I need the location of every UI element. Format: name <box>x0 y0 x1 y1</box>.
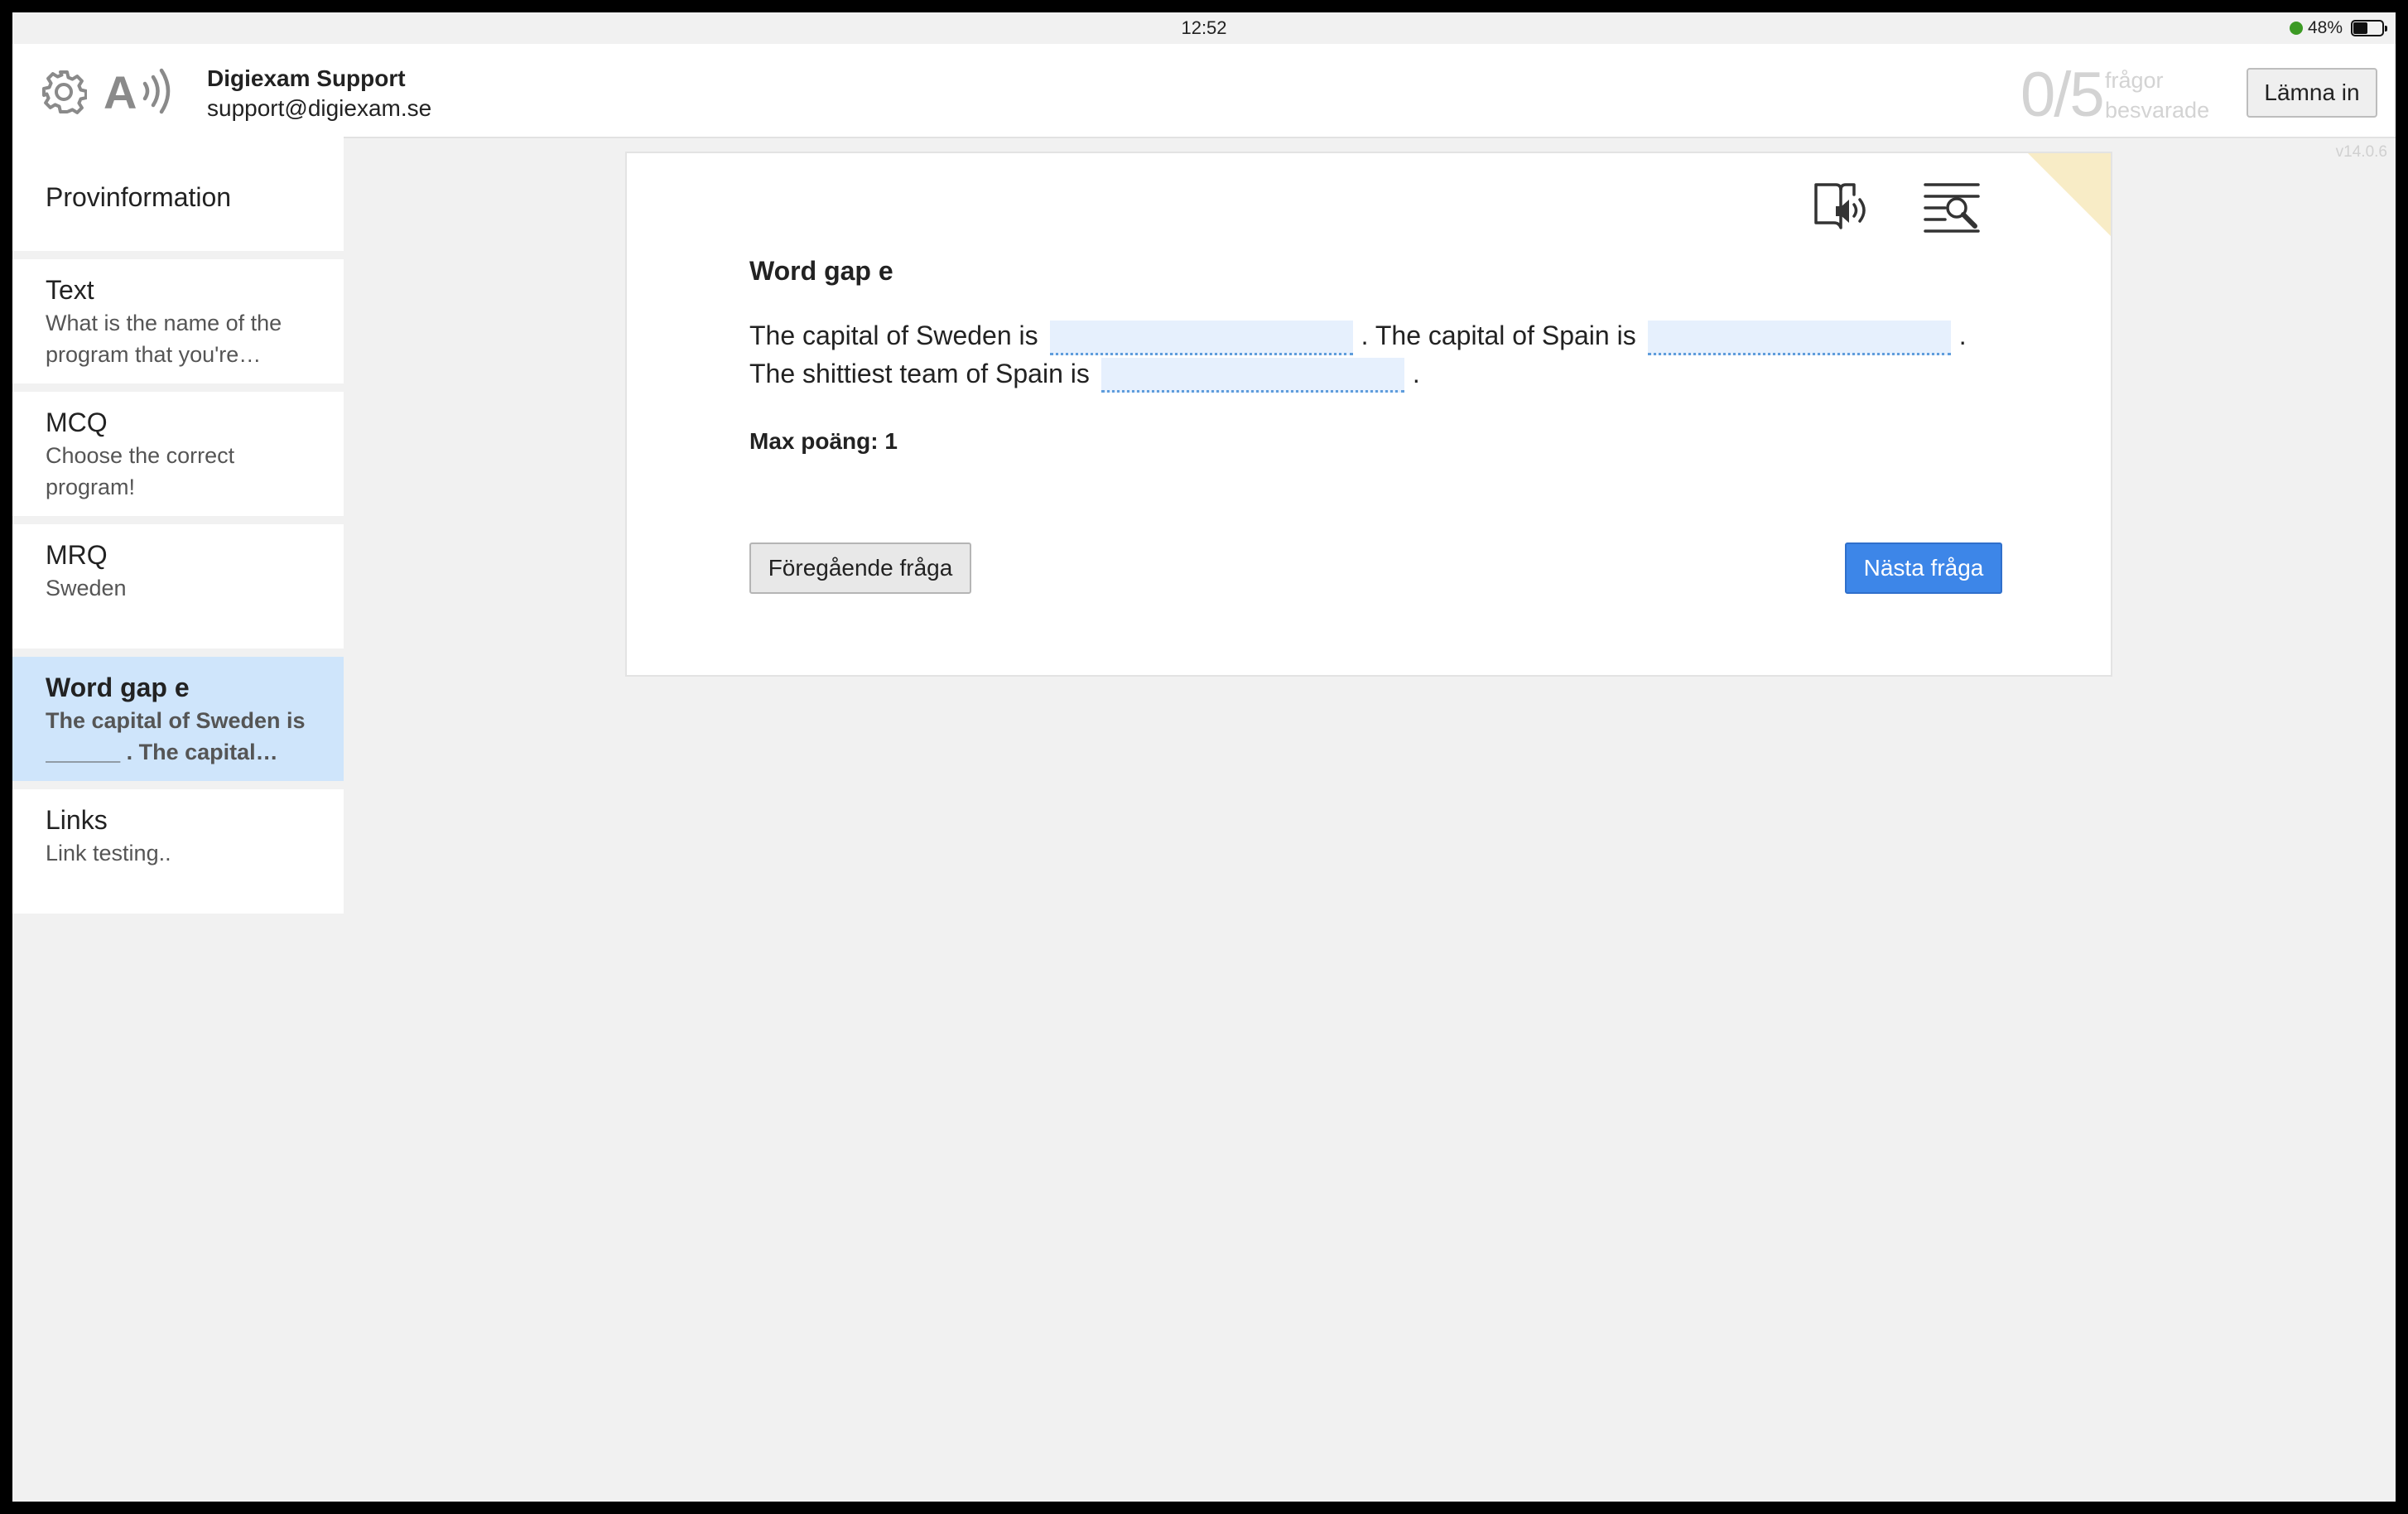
sidebar-item-title: Word gap e <box>46 673 190 702</box>
recording-indicator-icon <box>2289 22 2303 35</box>
svg-text:A: A <box>104 66 137 117</box>
text-to-speech-icon[interactable]: A <box>104 65 175 117</box>
sidebar-item-preview: What is the name of the program that you… <box>46 311 282 367</box>
note-corner-fold[interactable] <box>2028 153 2111 236</box>
word-gap-text: The capital of Sweden is . The capital of… <box>749 317 2008 393</box>
sidebar-item-mcq[interactable]: MCQ Choose the correct program! <box>12 392 344 524</box>
battery-icon <box>2351 20 2387 36</box>
sidebar-item-exam-info[interactable]: Provinformation <box>12 128 344 259</box>
next-question-button[interactable]: Nästa fråga <box>1845 542 2002 594</box>
answered-label: frågor besvarade <box>2105 65 2221 125</box>
question-sidebar: Provinformation Text What is the name of… <box>12 128 344 914</box>
search-text-icon[interactable] <box>1924 181 1982 234</box>
sidebar-item-preview: Link testing.. <box>46 841 171 865</box>
status-indicators: 48% <box>2289 17 2387 40</box>
sidebar-item-title: Links <box>46 805 108 835</box>
battery-level <box>2353 22 2368 34</box>
answered-count: 0/5 <box>2020 60 2105 130</box>
sidebar-item-title: Text <box>46 275 94 305</box>
sidebar-item-title: MCQ <box>46 407 108 437</box>
text-segment: . <box>1958 321 1967 350</box>
gap-input-3[interactable] <box>1100 358 1404 393</box>
sidebar-item-links[interactable]: Links Link testing.. <box>12 789 344 914</box>
sidebar-item-preview: Sweden <box>46 576 127 600</box>
text-segment: . The capital of Spain is <box>1361 321 1636 350</box>
gap-input-1[interactable] <box>1049 320 1353 355</box>
battery-percentage: 48% <box>2307 18 2343 37</box>
max-points: Max poäng: 1 <box>749 428 898 454</box>
status-time: 12:52 <box>1181 17 1227 38</box>
user-name: Digiexam Support <box>207 65 406 91</box>
sidebar-item-mrq[interactable]: MRQ Sweden <box>12 524 344 657</box>
question-title: Word gap e <box>749 256 893 286</box>
submit-exam-button[interactable]: Lämna in <box>2247 68 2377 118</box>
text-segment: The shittiest team of Spain is <box>749 358 1090 388</box>
user-email: support@digiexam.se <box>207 95 432 121</box>
app-version: v14.0.6 <box>2335 143 2387 161</box>
app-header: A Digiexam Support support@digiexam.se 0… <box>12 44 2396 138</box>
text-segment: The capital of Sweden is <box>749 321 1038 350</box>
gear-icon[interactable] <box>41 69 87 115</box>
sidebar-item-preview: Choose the correct program! <box>46 443 235 499</box>
text-segment: . <box>1412 358 1420 388</box>
gap-input-2[interactable] <box>1647 320 1951 355</box>
sidebar-item-text[interactable]: Text What is the name of the program tha… <box>12 259 344 392</box>
app-screen: 12:52 48% A Digiexam Support support@dig… <box>12 12 2396 1502</box>
sidebar-item-word-gap[interactable]: Word gap e The capital of Sweden is ____… <box>12 657 344 789</box>
answered-label-text: frågor besvarade <box>2105 68 2210 123</box>
previous-question-button[interactable]: Föregående fråga <box>749 542 971 594</box>
sidebar-item-title: MRQ <box>46 540 108 570</box>
sidebar-item-label: Provinformation <box>46 182 232 212</box>
question-card: Word gap e The capital of Sweden is. The… <box>625 152 2112 677</box>
sidebar-item-preview: The capital of Sweden is ______ . The ca… <box>46 708 306 764</box>
read-aloud-icon[interactable] <box>1811 180 1869 234</box>
